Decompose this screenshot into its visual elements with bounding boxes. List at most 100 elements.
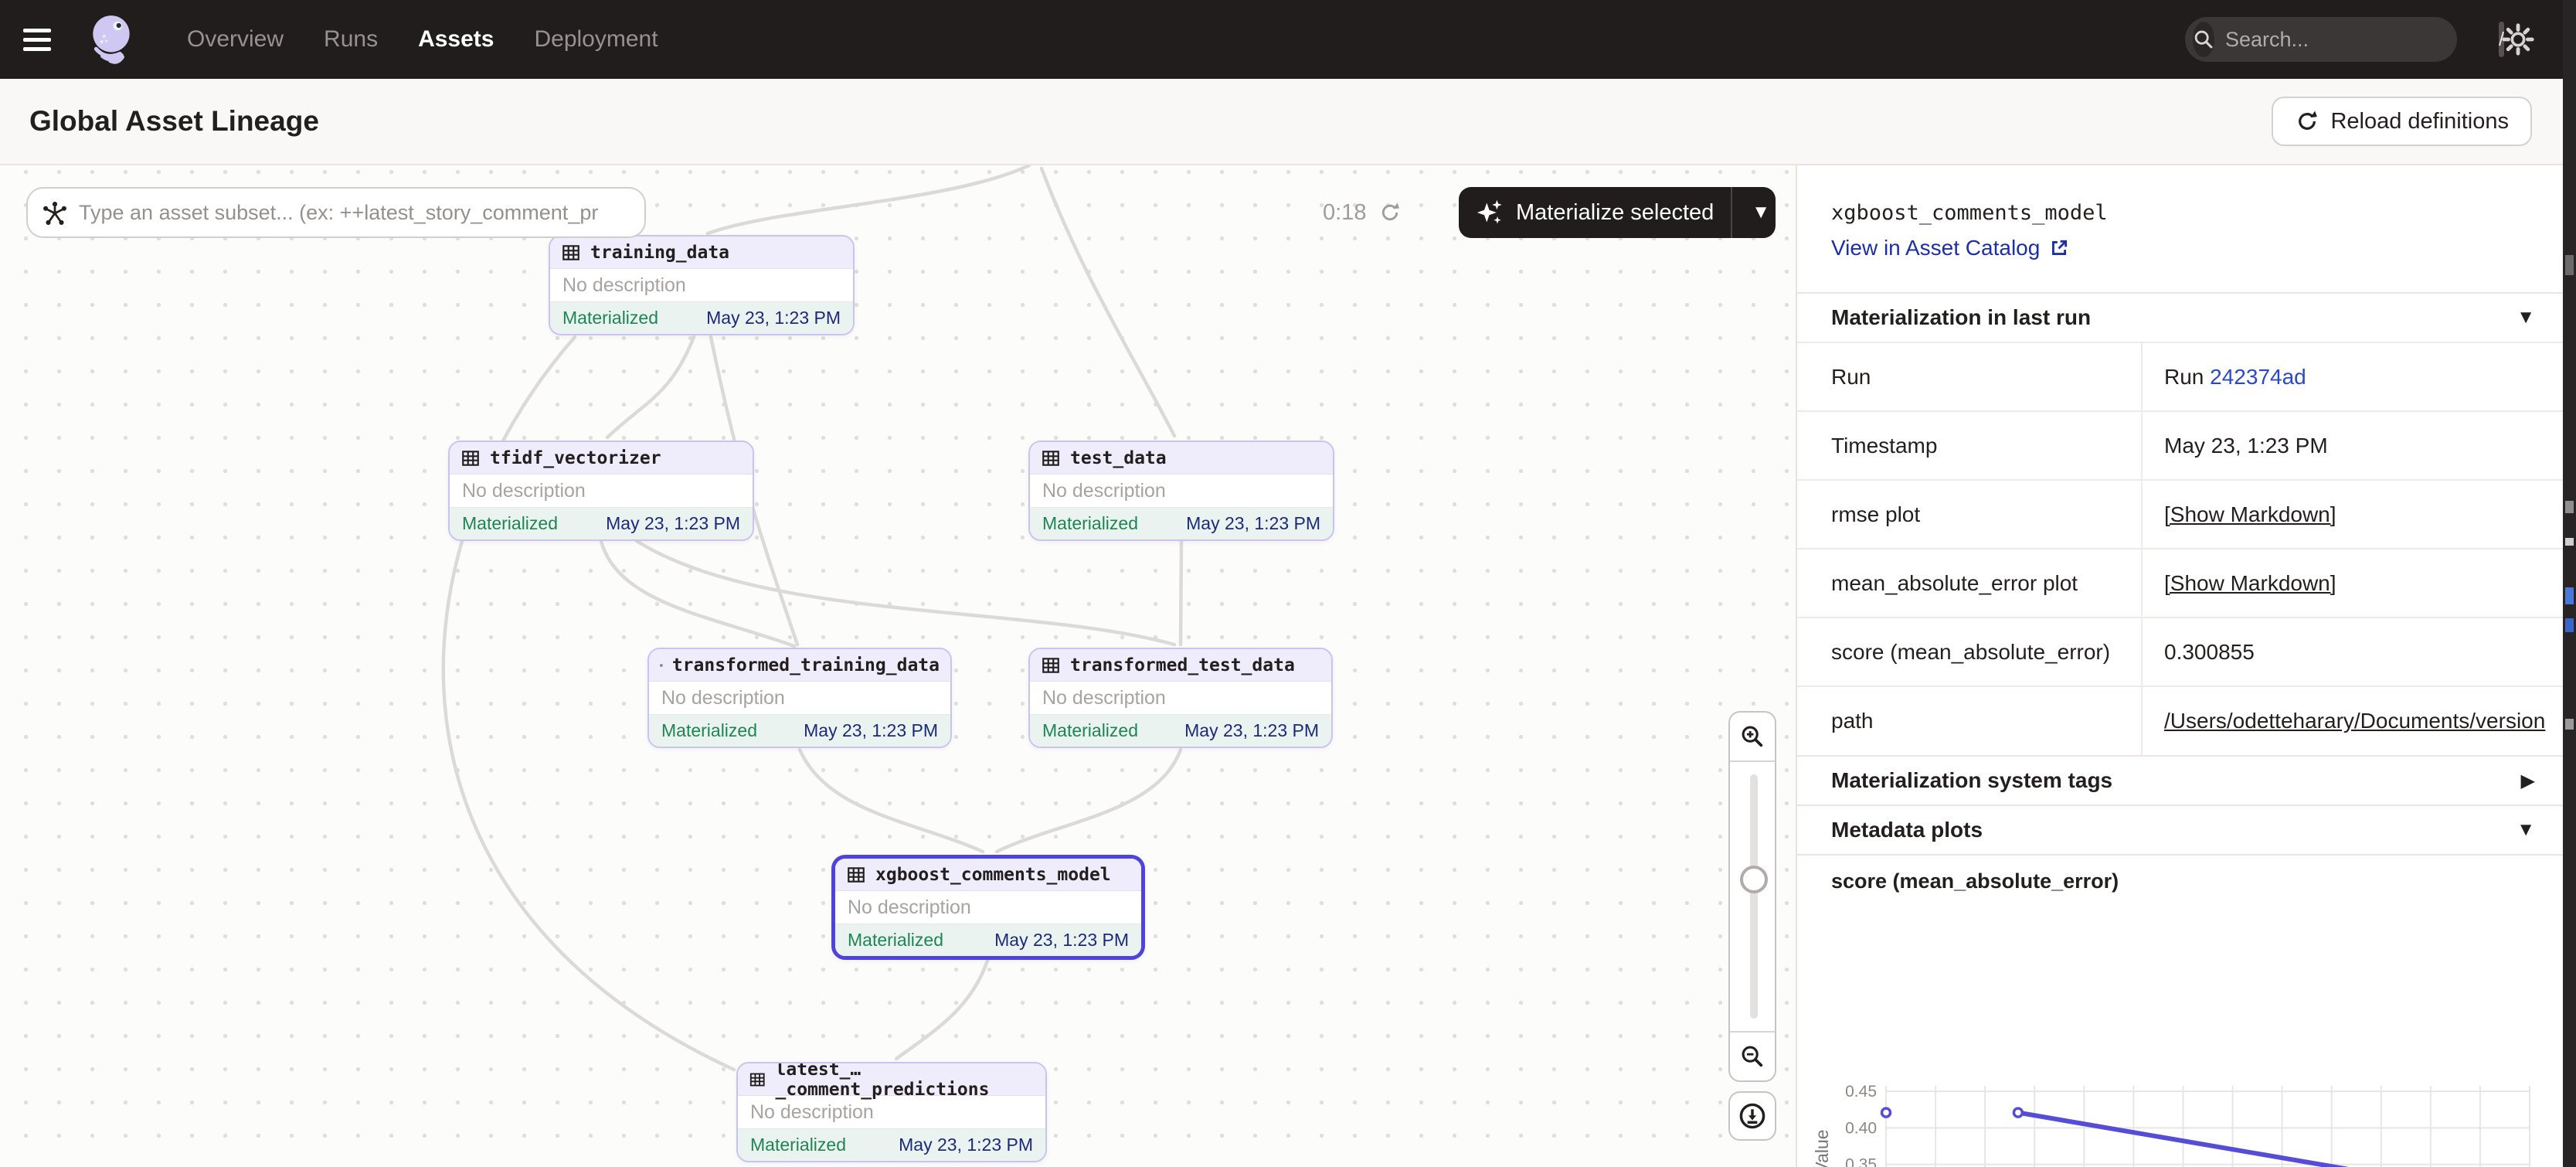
nav-link-deployment[interactable]: Deployment xyxy=(534,26,658,53)
page-header: Global Asset Lineage Reload definitions xyxy=(0,79,2563,165)
table-icon xyxy=(1041,655,1061,675)
metadata-plot-chart: 0.450.400.350.301:20:36 p.m.1:20:48 p.m.… xyxy=(1811,1067,2553,1167)
asset-node-description: No description xyxy=(649,682,950,714)
run-prefix: Run xyxy=(2164,365,2210,389)
materialized-badge: Materialized xyxy=(462,513,558,534)
asset-detail-panel: xgboost_comments_model View in Asset Cat… xyxy=(1797,165,2563,1167)
nav-link-overview[interactable]: Overview xyxy=(187,26,284,53)
edge-transformed_training_data-to-xgboost_comments_model xyxy=(800,750,983,852)
table-icon xyxy=(749,1070,766,1090)
asset-node-transformed_test_data[interactable]: transformed_test_data No description Mater… xyxy=(1028,648,1333,748)
asset-node-transformed_training_data[interactable]: transformed_training_dataNo descriptionM… xyxy=(647,648,952,748)
materialized-badge: Materialized xyxy=(1042,720,1138,741)
external-link-icon xyxy=(2049,238,2069,258)
asset-node-status: Materialized May 23, 1:23 PM xyxy=(649,714,950,747)
metadata-row-rmse-plot: rmse plot[Show Markdown] xyxy=(1797,480,2563,549)
timer-value: 0:18 xyxy=(1323,200,1366,226)
zoom-in-button[interactable] xyxy=(1730,713,1775,762)
chevron-right-icon: ▶ xyxy=(2521,770,2535,792)
y-tick-label: 0.40 xyxy=(1845,1119,1877,1137)
materialized-badge: Materialized xyxy=(562,308,658,328)
data-point-marker xyxy=(1882,1108,1891,1117)
asset-node-latest_comment_predictions[interactable]: latest_…_comment_predictionsNo descripti… xyxy=(736,1062,1047,1162)
chevron-down-icon: ▼ xyxy=(2517,819,2535,841)
metadata-label: path xyxy=(1797,686,2142,755)
materialized-timestamp: May 23, 1:23 PM xyxy=(1184,720,1319,741)
metadata-row-run: RunRun 242374ad xyxy=(1797,342,2563,411)
nav-link-assets[interactable]: Assets xyxy=(418,26,494,53)
run-id-link[interactable]: 242374ad xyxy=(2210,365,2306,389)
materialized-timestamp: May 23, 1:23 PM xyxy=(804,720,938,741)
asset-node-description: No description xyxy=(1030,682,1331,714)
data-point-marker xyxy=(2014,1108,2022,1117)
asset-node-name: test_data xyxy=(1070,448,1167,468)
vertical-scrollbar[interactable] xyxy=(2563,0,2576,1167)
asset-node-name: transformed_training_data xyxy=(672,655,940,675)
metadata-link[interactable]: /Users/odetteharary/Documents/version xyxy=(2164,709,2545,733)
asset-node-test_data[interactable]: test_dataNo descriptionMaterializedMay 2… xyxy=(1028,441,1334,541)
asset-node-training_data[interactable]: training_data No description Materialized M… xyxy=(549,235,855,335)
asset-lineage-graph[interactable]: 0:18 Materialize selected ▼ training_dat… xyxy=(0,165,1797,1167)
materialized-badge: Materialized xyxy=(661,720,757,741)
table-icon xyxy=(660,655,663,675)
zoom-controls xyxy=(1728,711,1776,1082)
metadata-label: Timestamp xyxy=(1797,411,2142,480)
asset-name-title: xgboost_comments_model xyxy=(1831,201,2532,225)
asset-node-description: No description xyxy=(550,269,853,301)
materialization-metadata-table: RunRun 242374adTimestampMay 23, 1:23 PMr… xyxy=(1797,342,2563,755)
asset-node-status: MaterializedMay 23, 1:23 PM xyxy=(835,924,1141,956)
asset-subset-filter-input[interactable] xyxy=(26,187,646,238)
materialize-dropdown-caret[interactable]: ▼ xyxy=(1738,202,1770,223)
section-materialization-system-tags[interactable]: Materialization system tags ▶ xyxy=(1797,755,2563,805)
edge-transformed_test_data-to-xgboost_comments_model xyxy=(997,750,1181,852)
table-icon xyxy=(846,865,866,885)
metadata-row-timestamp: TimestampMay 23, 1:23 PM xyxy=(1797,411,2563,480)
metadata-link[interactable]: [Show Markdown] xyxy=(2164,571,2336,595)
section-materialization-in-last-run[interactable]: Materialization in last run ▼ xyxy=(1797,292,2563,342)
asset-node-description: No description xyxy=(835,891,1141,924)
zoom-out-button[interactable] xyxy=(1730,1031,1775,1080)
asset-node-status: MaterializedMay 23, 1:23 PM xyxy=(450,507,753,539)
materialized-timestamp: May 23, 1:23 PM xyxy=(706,308,841,328)
materialized-timestamp: May 23, 1:23 PM xyxy=(1186,513,1320,534)
y-tick-label: 0.45 xyxy=(1845,1083,1877,1101)
search-input[interactable] xyxy=(2225,28,2499,52)
menu-icon[interactable] xyxy=(23,23,54,56)
refresh-icon xyxy=(2295,109,2319,134)
nav-links: Overview Runs Assets Deployment xyxy=(187,26,658,53)
asset-node-name: transformed_test_data xyxy=(1070,655,1295,675)
table-icon xyxy=(460,448,481,468)
page-title: Global Asset Lineage xyxy=(29,105,319,138)
asset-node-name: xgboost_comments_model xyxy=(875,865,1111,885)
reload-definitions-button[interactable]: Reload definitions xyxy=(2272,97,2532,146)
metadata-label: score (mean_absolute_error) xyxy=(1797,618,2142,686)
materialized-timestamp: May 23, 1:23 PM xyxy=(899,1135,1033,1155)
y-tick-label: 0.35 xyxy=(1845,1156,1877,1167)
edge-upstream_a-to-training_data xyxy=(708,165,1029,233)
gear-icon[interactable] xyxy=(2500,22,2536,57)
refresh-countdown-icon[interactable] xyxy=(1378,201,1402,224)
section-metadata-plots[interactable]: Metadata plots ▼ xyxy=(1797,805,2563,854)
search-icon xyxy=(2193,22,2214,57)
table-icon xyxy=(561,243,581,263)
zoom-slider-handle[interactable] xyxy=(1740,866,1768,893)
nav-link-runs[interactable]: Runs xyxy=(324,26,378,53)
asset-node-name: training_data xyxy=(590,243,729,263)
view-in-asset-catalog-link[interactable]: View in Asset Catalog xyxy=(1831,236,2069,260)
global-search[interactable]: / xyxy=(2185,17,2457,62)
score-line xyxy=(2018,1113,2530,1167)
asset-node-tfidf_vectorizer[interactable]: tfidf_vectorizerNo descriptionMaterializ… xyxy=(448,441,754,541)
materialized-badge: Materialized xyxy=(750,1135,846,1155)
table-icon xyxy=(1041,448,1061,468)
button-divider xyxy=(1731,187,1732,238)
zoom-slider[interactable] xyxy=(1750,774,1758,1019)
dagster-logo-icon[interactable] xyxy=(85,12,139,66)
refresh-timer: 0:18 xyxy=(1323,187,1402,238)
materialize-selected-button[interactable]: Materialize selected ▼ xyxy=(1459,187,1776,238)
asset-node-description: No description xyxy=(450,475,753,507)
download-image-button[interactable] xyxy=(1728,1091,1776,1141)
asset-node-status: Materialized May 23, 1:23 PM xyxy=(738,1128,1045,1161)
metadata-link[interactable]: [Show Markdown] xyxy=(2164,502,2336,526)
metadata-row-mean-absolute-error-plot: mean_absolute_error plot[Show Markdown] xyxy=(1797,549,2563,618)
asset-node-xgboost_comments_model[interactable]: xgboost_comments_model No descriptionMate… xyxy=(831,855,1145,960)
